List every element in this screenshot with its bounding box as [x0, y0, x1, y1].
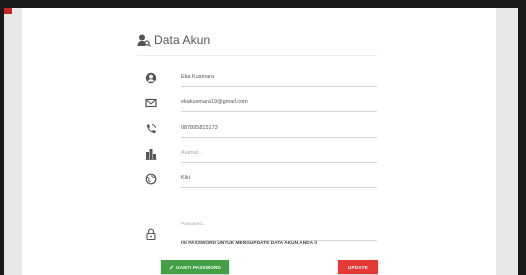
password-placeholder: Password...: [181, 222, 207, 227]
user-key-icon: [137, 34, 151, 47]
phone-value: 087895815173: [181, 125, 218, 131]
page-title: Data Akun: [154, 33, 211, 47]
pencil-icon: [169, 265, 174, 269]
address-placeholder: Alamat...: [181, 150, 203, 156]
globe-icon: [145, 173, 157, 185]
phone-field[interactable]: 087895815173: [181, 123, 377, 138]
title-divider: [137, 55, 377, 56]
name-value: Eka Kusmara: [181, 74, 215, 80]
change-password-label: GANTI PASSWORD: [175, 264, 222, 270]
phone-icon: [146, 124, 156, 134]
password-field[interactable]: Password...: [181, 222, 377, 241]
email-field[interactable]: ekakusmara19@gmail.com: [181, 97, 377, 112]
user-circle-icon: [145, 72, 157, 84]
city-field[interactable]: Kiki: [181, 173, 377, 188]
update-button[interactable]: UPDATE: [338, 260, 378, 274]
lock-icon: [146, 228, 156, 240]
left-page-background: [4, 8, 22, 275]
building-icon: [145, 149, 157, 160]
name-field[interactable]: Eka Kusmara: [181, 72, 377, 87]
city-value: Kiki: [181, 175, 190, 181]
corner-marker: [4, 8, 12, 14]
change-password-button[interactable]: GANTI PASSWORD: [161, 260, 229, 274]
email-value: ekakusmara19@gmail.com: [181, 99, 248, 105]
page-title-row: Data Akun: [137, 31, 210, 49]
envelope-icon: [145, 98, 157, 108]
password-note: ISI PASSWORD UNTUK MENGUPDATE DATA AKUN …: [181, 241, 318, 246]
update-label: UPDATE: [348, 264, 368, 270]
right-page-background: [496, 8, 518, 275]
address-field[interactable]: Alamat...: [181, 148, 377, 163]
